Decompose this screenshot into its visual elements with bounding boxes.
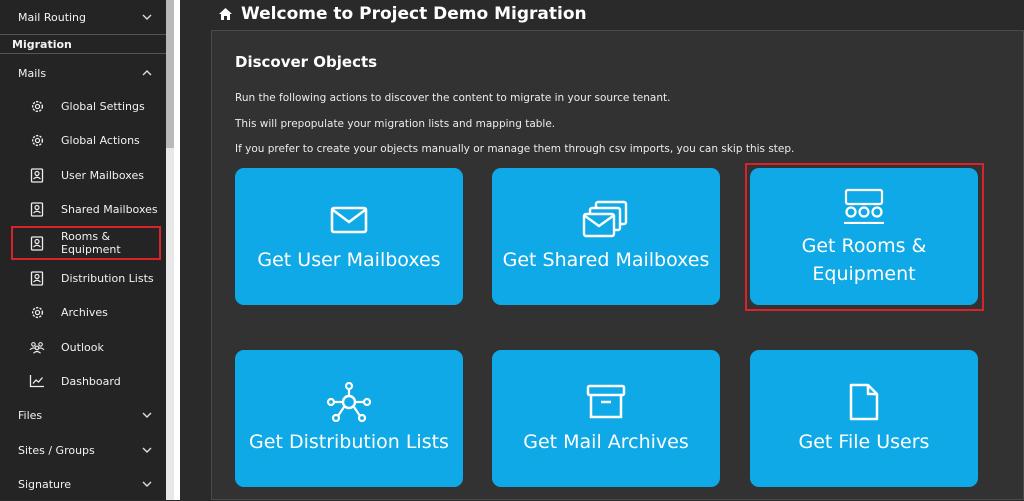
tile-label: Get Mail Archives <box>523 430 689 453</box>
sidebar-item-user-mailboxes[interactable]: User Mailboxes <box>0 158 166 192</box>
sidebar-item-dashboard[interactable]: Dashboard <box>0 364 166 398</box>
panel-description: If you prefer to create your objects man… <box>235 143 795 155</box>
panel-title: Discover Objects <box>235 53 378 71</box>
sidebar-scrollbar[interactable] <box>166 0 174 500</box>
sidebar-item-distribution-lists[interactable]: Distribution Lists <box>0 261 166 295</box>
network-icon <box>326 381 372 422</box>
mailbox-icon <box>29 235 45 251</box>
get-distribution-lists-button[interactable]: Get Distribution Lists <box>235 350 463 487</box>
people-icon <box>29 339 45 355</box>
sidebar-item-label: Global Settings <box>61 99 145 113</box>
gear-icon <box>29 304 45 320</box>
sidebar-item-signature[interactable]: Signature <box>0 467 166 501</box>
sidebar-item-files[interactable]: Files <box>0 398 166 432</box>
sidebar-item-label: Signature <box>18 477 72 491</box>
sidebar-item-outlook[interactable]: Outlook <box>0 330 166 364</box>
chevron-down-icon <box>140 410 154 421</box>
get-shared-mailboxes-button[interactable]: Get Shared Mailboxes <box>492 168 720 305</box>
panel-description: Run the following actions to discover th… <box>235 92 671 104</box>
scrollbar-thumb[interactable] <box>166 0 174 148</box>
chart-icon <box>29 373 45 389</box>
get-mail-archives-button[interactable]: Get Mail Archives <box>492 350 720 487</box>
file-icon <box>848 382 880 422</box>
sidebar-item-label: User Mailboxes <box>61 168 144 182</box>
sidebar-item-shared-mailboxes[interactable]: Shared Mailboxes <box>0 192 166 226</box>
mailbox-icon <box>29 270 45 286</box>
highlight-box <box>745 163 984 311</box>
sidebar-item-rooms-equipment[interactable]: Rooms & Equipment <box>11 226 161 260</box>
chevron-up-icon <box>140 68 154 79</box>
sidebar-item-mails[interactable]: Mails <box>0 56 166 90</box>
tile-label: Get Shared Mailboxes <box>502 248 710 271</box>
archive-box-icon <box>586 382 626 422</box>
sidebar-item-label: Global Actions <box>61 133 140 147</box>
sidebar-item-label: Mails <box>18 66 47 80</box>
chevron-down-icon <box>140 445 154 456</box>
sidebar-item-label: Sites / Groups <box>18 443 95 457</box>
sidebar-item-label: Distribution Lists <box>61 271 154 285</box>
home-icon <box>218 7 233 21</box>
get-user-mailboxes-button[interactable]: Get User Mailboxes <box>235 168 463 305</box>
chevron-down-icon <box>140 12 154 23</box>
page-title: Welcome to Project Demo Migration <box>218 4 587 24</box>
section-label: Migration <box>12 37 72 51</box>
sidebar-item-label: Mail Routing <box>18 10 87 24</box>
gear-icon <box>29 132 45 148</box>
sidebar-item-label: Dashboard <box>61 374 121 388</box>
tile-label: Get Distribution Lists <box>249 430 449 453</box>
tile-label: Get File Users <box>798 430 930 453</box>
get-file-users-button[interactable]: Get File Users <box>750 350 978 487</box>
sidebar-item-mail-routing[interactable]: Mail Routing <box>0 0 166 34</box>
sidebar-item-sites-groups[interactable]: Sites / Groups <box>0 433 166 467</box>
mailbox-icon <box>29 167 45 183</box>
sidebar: Mail Routing Migration Mails Global Sett… <box>0 0 166 500</box>
sidebar-item-label: Files <box>18 408 43 422</box>
sidebar-item-global-settings[interactable]: Global Settings <box>0 89 166 123</box>
divider <box>174 0 180 500</box>
sidebar-item-label: Outlook <box>61 340 104 354</box>
sidebar-section-migration: Migration <box>0 34 166 54</box>
tile-label: Get User Mailboxes <box>257 248 441 271</box>
shared-mailbox-icon <box>582 200 630 240</box>
sidebar-item-label: Archives <box>61 305 108 319</box>
panel-description: This will prepopulate your migration lis… <box>235 118 556 130</box>
envelope-icon <box>330 200 368 240</box>
page-title-text: Welcome to Project Demo Migration <box>241 4 587 24</box>
mailbox-icon <box>29 201 45 217</box>
sidebar-item-label: Rooms & Equipment <box>61 230 121 256</box>
sidebar-item-archives[interactable]: Archives <box>0 295 166 329</box>
sidebar-item-global-actions[interactable]: Global Actions <box>0 123 166 157</box>
chevron-down-icon <box>140 479 154 490</box>
gear-icon <box>29 98 45 114</box>
sidebar-item-label: Shared Mailboxes <box>61 202 158 216</box>
discover-panel: Discover Objects Run the following actio… <box>211 30 1024 500</box>
